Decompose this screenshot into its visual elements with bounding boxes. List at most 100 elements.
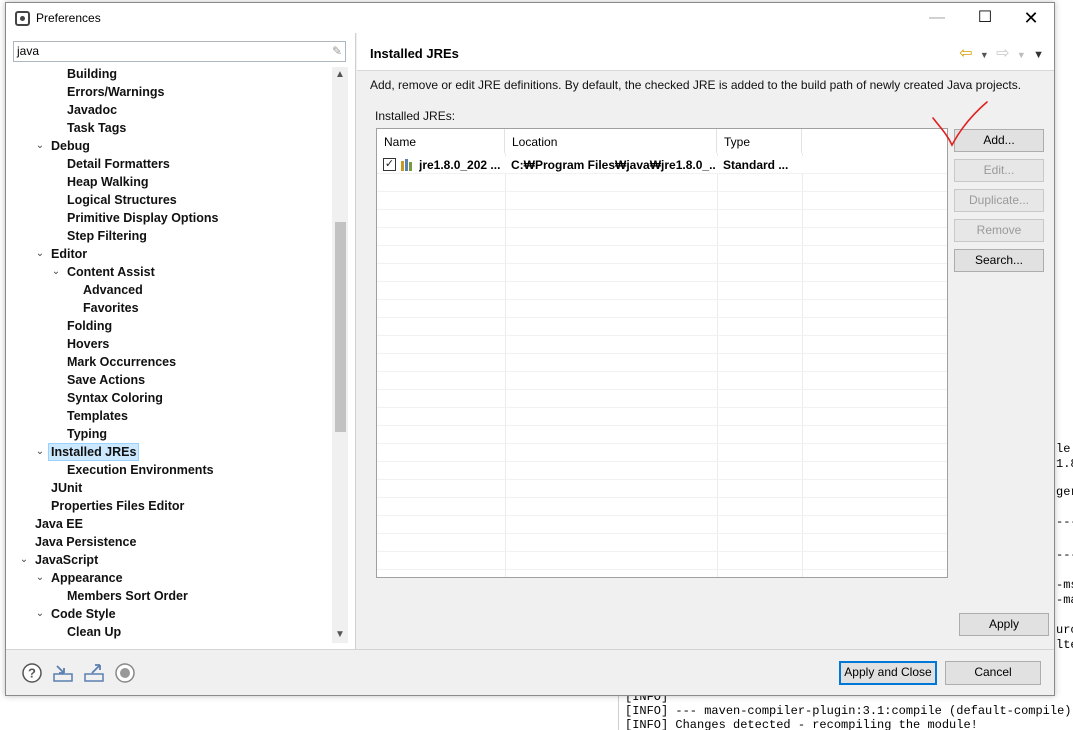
column-header-location[interactable]: Location — [505, 129, 717, 153]
clear-filter-icon[interactable]: ✎ — [332, 44, 351, 58]
jre-library-icon — [401, 159, 412, 171]
page-navigation: ⇦ ▼ ⇨ ▼ ▼ — [955, 43, 1044, 63]
empty-row — [377, 372, 947, 390]
jre-location: C:₩Program Files₩java₩jre1.8.0_... — [511, 158, 715, 172]
column-header-type[interactable]: Type — [717, 129, 802, 153]
import-icon[interactable] — [52, 662, 74, 684]
chevron-down-icon[interactable]: ⌄ — [50, 263, 62, 281]
empty-row — [377, 354, 947, 372]
column-header-name[interactable]: Name — [377, 129, 505, 153]
empty-row — [377, 210, 947, 228]
fragment: urc — [1056, 623, 1073, 637]
jre-type: Standard ... — [723, 158, 789, 172]
tree-item-code-style[interactable]: Code Style — [49, 605, 118, 623]
page-header: Installed JREs ⇦ ▼ ⇨ ▼ ▼ — [357, 33, 1054, 71]
tree-item-typing[interactable]: Typing — [65, 425, 109, 443]
empty-row — [377, 228, 947, 246]
filter-input[interactable]: java — [13, 41, 346, 62]
installed-jres-label: Installed JREs: — [375, 109, 456, 123]
chevron-down-icon[interactable]: ⌄ — [34, 137, 46, 155]
close-icon[interactable]: ✕ — [1008, 3, 1054, 33]
tree-item-errors-warnings[interactable]: Errors/Warnings — [65, 83, 166, 101]
minimize-icon[interactable]: — — [914, 3, 960, 33]
tree-item-members-sort-order[interactable]: Members Sort Order — [65, 587, 190, 605]
tree-item-advanced[interactable]: Advanced — [81, 281, 145, 299]
empty-row — [377, 300, 947, 318]
empty-row — [377, 408, 947, 426]
chevron-down-icon[interactable]: ⌄ — [34, 443, 46, 461]
maximize-icon[interactable]: ☐ — [962, 3, 1008, 33]
jre-checkbox[interactable]: ✓ — [383, 158, 396, 171]
chevron-down-icon[interactable]: ▼ — [980, 50, 989, 60]
tree-item-content-assist[interactable]: Content Assist — [65, 263, 157, 281]
tree-item-mark-occurrences[interactable]: Mark Occurrences — [65, 353, 178, 371]
red-checkmark-annotation — [932, 101, 988, 147]
remove-jre-button[interactable]: Remove — [954, 219, 1044, 242]
tree-item-logical-structures[interactable]: Logical Structures — [65, 191, 179, 209]
chevron-down-icon[interactable]: ⌄ — [18, 551, 30, 569]
tree-item-execution-environments[interactable]: Execution Environments — [65, 461, 216, 479]
chevron-down-icon[interactable]: ⌄ — [34, 245, 46, 263]
tree-item-task-tags[interactable]: Task Tags — [65, 119, 128, 137]
apply-button[interactable]: Apply — [959, 613, 1049, 636]
tree-item-building[interactable]: Building — [65, 65, 119, 83]
chevron-down-icon[interactable]: ⌄ — [34, 569, 46, 587]
chevron-down-icon[interactable]: ⌄ — [34, 605, 46, 623]
view-menu-icon[interactable]: ▼ — [1033, 49, 1044, 61]
scroll-up-icon[interactable]: ▲ — [332, 67, 348, 83]
duplicate-jre-button[interactable]: Duplicate... — [954, 189, 1044, 212]
fragment: -ma — [1056, 593, 1073, 607]
tree-scrollbar[interactable]: ▲ ▼ — [332, 67, 348, 643]
tree-item-folding[interactable]: Folding — [65, 317, 114, 335]
tree-item-primitive-display-options[interactable]: Primitive Display Options — [65, 209, 220, 227]
tree-item-java-ee[interactable]: Java EE — [33, 515, 85, 533]
fragment: -ms — [1056, 578, 1073, 592]
jre-table: Name Location Type ✓ jre1.8.0_202 ... C:… — [376, 128, 948, 578]
tree-item-javascript[interactable]: JavaScript — [33, 551, 100, 569]
tree-item-heap-walking[interactable]: Heap Walking — [65, 173, 151, 191]
tree-item-clean-up[interactable]: Clean Up — [65, 623, 123, 641]
search-jre-button[interactable]: Search... — [954, 249, 1044, 272]
window-title: Preferences — [36, 11, 101, 25]
title-bar: Preferences — ☐ ✕ — [6, 3, 1054, 33]
page-description: Add, remove or edit JRE definitions. By … — [370, 78, 1022, 92]
empty-row — [377, 390, 947, 408]
record-icon[interactable] — [114, 662, 136, 684]
tree-item-debug[interactable]: Debug — [49, 137, 92, 155]
tree-item-detail-formatters[interactable]: Detail Formatters — [65, 155, 172, 173]
export-icon[interactable] — [83, 662, 105, 684]
tree-item-templates[interactable]: Templates — [65, 407, 130, 425]
help-icon[interactable]: ? — [21, 662, 43, 684]
cancel-button[interactable]: Cancel — [945, 661, 1041, 685]
tree-item-syntax-coloring[interactable]: Syntax Coloring — [65, 389, 165, 407]
tree-item-properties-files-editor[interactable]: Properties Files Editor — [49, 497, 186, 515]
empty-row — [377, 480, 947, 498]
tree-item-installed-jres[interactable]: Installed JREs — [48, 443, 140, 461]
chevron-down-icon[interactable]: ▼ — [1017, 50, 1026, 60]
tree-item-hovers[interactable]: Hovers — [65, 335, 111, 353]
tree-item-favorites[interactable]: Favorites — [81, 299, 141, 317]
tree-item-step-filtering[interactable]: Step Filtering — [65, 227, 149, 245]
forward-arrow-icon[interactable]: ⇨ — [996, 43, 1009, 63]
tree-item-javadoc[interactable]: Javadoc — [65, 101, 119, 119]
empty-row — [377, 192, 947, 210]
apply-and-close-button[interactable]: Apply and Close — [839, 661, 937, 685]
tree-item-save-actions[interactable]: Save Actions — [65, 371, 147, 389]
empty-row — [377, 264, 947, 282]
tree-item-java-persistence[interactable]: Java Persistence — [33, 533, 138, 551]
empty-row — [377, 444, 947, 462]
console-line: [INFO] --- maven-compiler-plugin:3.1:com… — [625, 704, 1073, 718]
fragment: 1.8. — [1056, 457, 1073, 471]
fragment: --- — [1056, 515, 1073, 529]
back-arrow-icon[interactable]: ⇦ — [959, 43, 972, 63]
scroll-down-icon[interactable]: ▼ — [332, 627, 348, 643]
tree-item-junit[interactable]: JUnit — [49, 479, 84, 497]
fragment: ger — [1056, 485, 1073, 499]
table-header: Name Location Type — [377, 129, 947, 153]
tree-item-appearance[interactable]: Appearance — [49, 569, 125, 587]
tree-item-editor[interactable]: Editor — [49, 245, 89, 263]
scroll-thumb[interactable] — [335, 222, 346, 432]
edit-jre-button[interactable]: Edit... — [954, 159, 1044, 182]
eclipse-app-icon — [15, 11, 30, 26]
console-side-fragments: le § 1.8. ger --- --- -ms -ma urc lte — [1056, 432, 1073, 653]
